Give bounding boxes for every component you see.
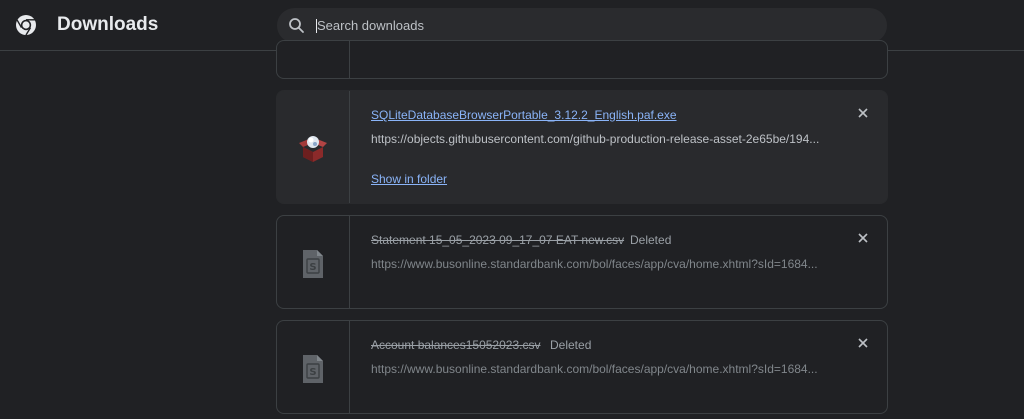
csv-file-icon: S — [303, 355, 323, 383]
search-box[interactable] — [277, 8, 887, 43]
file-name-link[interactable]: SQLiteDatabaseBrowserPortable_3.12.2_Eng… — [371, 107, 677, 123]
chrome-logo-icon — [16, 15, 36, 36]
download-item: SQLiteDatabaseBrowserPortable_3.12.2_Eng… — [276, 90, 888, 204]
file-url: https://objects.githubusercontent.com/gi… — [371, 132, 820, 146]
icon-column — [277, 91, 350, 203]
file-name: Account balances15052023.csv — [371, 338, 541, 352]
status-label: Deleted — [550, 338, 592, 352]
close-icon[interactable] — [855, 105, 871, 121]
file-name: Statement 15_05_2023 09_17_07 EAT new.cs… — [371, 233, 625, 247]
download-item: S Statement 15_05_2023 09_17_07 EAT new.… — [276, 215, 888, 309]
show-in-folder-link[interactable]: Show in folder — [371, 171, 447, 187]
text-caret — [316, 19, 317, 33]
close-icon[interactable] — [855, 230, 871, 246]
download-item-partial — [276, 40, 888, 79]
icon-column: S — [277, 216, 350, 308]
close-icon[interactable] — [855, 335, 871, 351]
svg-text:S: S — [309, 367, 316, 378]
page-title: Downloads — [57, 14, 159, 35]
csv-file-icon: S — [303, 250, 323, 278]
file-url: https://www.busonline.standardbank.com/b… — [371, 257, 818, 271]
file-url: https://www.busonline.standardbank.com/b… — [371, 362, 818, 376]
icon-column — [277, 41, 350, 78]
status-label: Deleted — [630, 233, 672, 247]
svg-text:S: S — [309, 262, 316, 273]
search-input[interactable] — [317, 8, 857, 43]
search-icon — [289, 18, 304, 33]
download-item: S Account balances15052023.csv Deleted h… — [276, 320, 888, 414]
icon-column: S — [277, 321, 350, 413]
package-installer-icon — [299, 136, 327, 162]
